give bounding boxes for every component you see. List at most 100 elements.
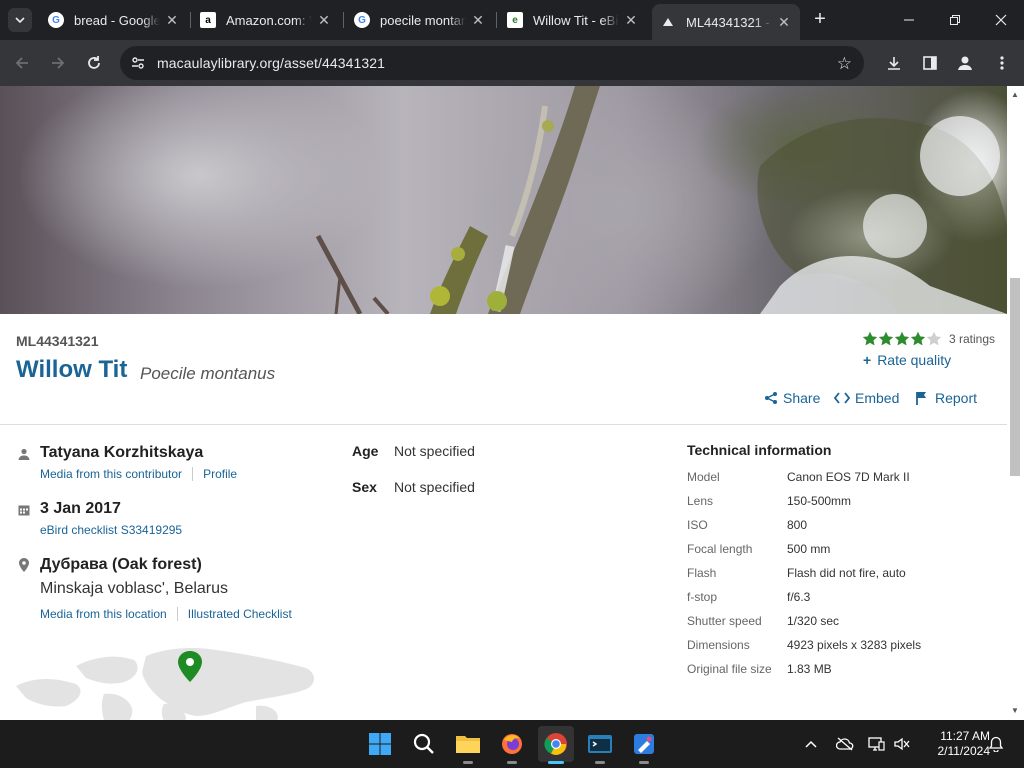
close-window-button[interactable] (978, 0, 1024, 40)
taskbar: 11:27 AM 2/11/2024 (0, 720, 1024, 768)
page-scrollbar[interactable]: ▲ ▼ (1007, 86, 1024, 720)
amazon-icon: a (200, 12, 216, 28)
tab-poecile-search[interactable]: G poecile montan ✕ (346, 6, 494, 34)
tab-title: Amazon.com: V (226, 12, 312, 28)
app-window-icon (588, 735, 612, 753)
paint-icon (634, 734, 654, 754)
restore-button[interactable] (932, 0, 978, 40)
url-text[interactable]: macaulaylibrary.org/asset/44341321 (157, 55, 385, 71)
close-tab-icon[interactable]: ✕ (164, 12, 180, 29)
tech-label: Flash (687, 566, 717, 580)
age-label: Age (352, 443, 379, 459)
location-pin-icon (19, 558, 29, 577)
folder-icon (456, 736, 480, 753)
google-icon: G (354, 12, 370, 28)
side-panel-button[interactable] (918, 51, 942, 75)
tech-label: Dimensions (687, 638, 750, 652)
profile-link[interactable]: Profile (203, 467, 237, 481)
ratings-count: 3 ratings (949, 332, 996, 346)
share-button[interactable]: Share (764, 390, 820, 406)
location-map[interactable] (16, 646, 318, 720)
start-button[interactable] (362, 726, 398, 762)
paint-app-button[interactable] (626, 726, 662, 764)
close-tab-icon[interactable]: ✕ (470, 12, 486, 29)
scroll-up-arrow-icon[interactable]: ▲ (1011, 90, 1019, 99)
tech-value: Flash did not fire, auto (787, 566, 906, 580)
forward-button[interactable] (46, 51, 70, 75)
tab-amazon[interactable]: a Amazon.com: V ✕ (192, 6, 340, 34)
terminal-app-button[interactable] (582, 726, 618, 764)
contributor-links: Media from this contributor Profile (40, 467, 237, 481)
search-button[interactable] (406, 726, 442, 762)
rating-stars: 3 ratings (862, 331, 995, 347)
location-region: Minskaja voblasc', Belarus (40, 580, 229, 597)
tech-value: 500 mm (787, 542, 831, 556)
profile-button[interactable] (953, 51, 977, 75)
back-arrow-icon (15, 57, 28, 69)
tech-label: Lens (687, 494, 714, 508)
scrollbar-thumb[interactable] (1010, 278, 1020, 476)
tab-bread-google[interactable]: G bread - Google ✕ (40, 6, 188, 34)
tech-label: Model (687, 470, 720, 484)
bookmark-star-icon[interactable]: ☆ (837, 54, 852, 74)
code-icon (834, 391, 850, 405)
tech-value: 1.83 MB (787, 662, 832, 676)
profile-icon (958, 56, 972, 70)
star-empty-icon (926, 331, 942, 346)
volume-muted-icon (894, 737, 910, 751)
tech-label: ISO (687, 518, 708, 532)
rate-quality-label: Rate quality (877, 352, 952, 368)
media-from-contributor-link[interactable]: Media from this contributor (40, 467, 182, 481)
browser-toolbar: macaulaylibrary.org/asset/44341321 ☆ (0, 40, 1024, 86)
media-from-location-link[interactable]: Media from this location (40, 607, 167, 621)
notifications-button[interactable] (988, 720, 1004, 768)
reload-button[interactable] (82, 51, 106, 75)
tab-search-button[interactable] (8, 8, 32, 32)
address-bar[interactable]: macaulaylibrary.org/asset/44341321 ☆ (120, 46, 864, 80)
tab-willow-tit-ebird[interactable]: e Willow Tit - eBi ✕ (499, 6, 647, 34)
tech-label: Shutter speed (687, 614, 762, 628)
tech-value: f/6.3 (787, 590, 811, 604)
asset-id: ML44341321 (16, 333, 99, 349)
report-button[interactable]: Report (915, 390, 977, 406)
illustrated-checklist-link[interactable]: Illustrated Checklist (188, 607, 292, 621)
section-divider (0, 424, 1007, 425)
google-icon: G (48, 12, 64, 28)
volume-button[interactable] (893, 720, 911, 768)
bird-photo[interactable] (0, 86, 1007, 314)
site-info-icon[interactable] (130, 55, 146, 76)
close-tab-icon[interactable]: ✕ (623, 12, 639, 29)
share-icon (764, 391, 778, 405)
onedrive-button[interactable] (836, 720, 854, 768)
chevron-up-icon (805, 740, 817, 748)
scroll-down-arrow-icon[interactable]: ▼ (1011, 706, 1019, 715)
tab-title: Willow Tit - eBi (533, 12, 619, 28)
embed-button[interactable]: Embed (834, 390, 899, 406)
reload-icon (88, 56, 100, 69)
network-button[interactable] (867, 720, 885, 768)
network-icon (868, 737, 885, 751)
menu-button[interactable] (990, 51, 1014, 75)
tab-title: ML44341321 - (686, 14, 770, 30)
bell-icon (988, 736, 1004, 752)
tab-ml44341321[interactable]: ML44341321 - ✕ (652, 4, 800, 40)
download-icon (888, 57, 900, 70)
common-name[interactable]: Willow Tit (16, 356, 127, 384)
rate-quality-button[interactable]: + Rate quality (863, 352, 951, 368)
system-clock[interactable]: 11:27 AM 2/11/2024 (920, 729, 991, 759)
close-tab-icon[interactable]: ✕ (776, 14, 792, 31)
chrome-button[interactable] (538, 726, 574, 764)
close-tab-icon[interactable]: ✕ (316, 12, 332, 29)
firefox-button[interactable] (494, 726, 530, 764)
new-tab-button[interactable]: + (808, 8, 832, 32)
tray-overflow-button[interactable] (804, 720, 818, 768)
star-filled-icon (878, 331, 894, 346)
minimize-icon (904, 19, 914, 21)
close-icon (995, 14, 1007, 26)
restore-icon (950, 15, 960, 25)
minimize-button[interactable] (886, 0, 932, 40)
file-explorer-button[interactable] (450, 726, 486, 764)
back-button[interactable] (10, 51, 34, 75)
downloads-button[interactable] (882, 51, 906, 75)
ebird-checklist-link[interactable]: eBird checklist S33419295 (40, 523, 182, 537)
